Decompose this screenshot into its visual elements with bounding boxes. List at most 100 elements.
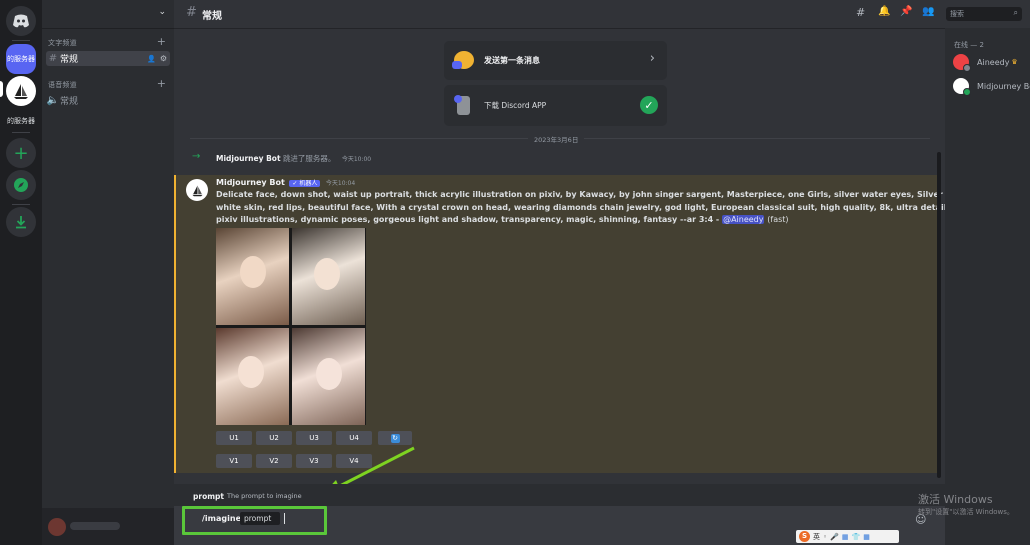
category-voice-channels[interactable]: 语音频道 xyxy=(48,80,77,90)
bot-author[interactable]: Midjourney Bot xyxy=(216,178,285,187)
activation-watermark-title: 激活 Windows xyxy=(918,493,993,506)
command-hint-bar: prompt The prompt to imagine xyxy=(174,484,945,506)
discord-home-icon[interactable] xyxy=(6,6,36,36)
avatar xyxy=(48,518,66,536)
hint-option-name: prompt xyxy=(193,492,224,501)
generated-image-1 xyxy=(216,228,289,325)
channel-sidebar: ⌄ 文字频道 + # 常规 👤 ⚙ 语音频道 + 🔈 常规 xyxy=(42,0,174,545)
speaker-icon: 🔈 xyxy=(46,95,60,106)
text-cursor xyxy=(284,513,285,524)
avatar[interactable] xyxy=(186,179,208,201)
generated-image-4 xyxy=(292,328,365,425)
variation-button-1[interactable]: V1 xyxy=(216,454,252,468)
bell-icon[interactable]: 🔔 xyxy=(878,6,890,17)
server-label: 的服务器 xyxy=(7,55,35,63)
rail-divider xyxy=(12,40,30,41)
check-glyph: ✓ xyxy=(644,98,654,112)
variation-button-2[interactable]: V2 xyxy=(256,454,292,468)
prompt-line: Delicate face, down shot, waist up portr… xyxy=(216,190,988,199)
invite-icon[interactable]: 👤 xyxy=(147,55,156,63)
prompt-line-text: pixiv illustrations, dynamic poses, gorg… xyxy=(216,215,720,225)
generated-image-grid[interactable] xyxy=(216,228,366,425)
bot-message-header: Midjourney Bot ✓ 机器人 今天10:04 xyxy=(216,178,355,187)
rail-divider xyxy=(12,204,30,205)
emoji-icon xyxy=(452,61,462,69)
composer-command: /imagine xyxy=(202,514,241,523)
join-author[interactable]: Midjourney Bot xyxy=(216,154,281,163)
join-arrow-icon: → xyxy=(192,151,201,162)
server-pill xyxy=(0,81,3,97)
sailboat-icon xyxy=(14,84,28,99)
bot-time: 今天10:04 xyxy=(325,180,356,187)
add-server-icon[interactable]: + xyxy=(6,138,36,168)
member-item-midjourney-bot[interactable]: Midjourney Bot xyxy=(953,76,1030,96)
gear-icon[interactable]: ⚙ xyxy=(160,54,167,63)
composer-option-label: prompt xyxy=(244,514,272,523)
mention[interactable]: @Aineedy xyxy=(722,215,765,225)
hash-icon: # xyxy=(48,53,58,64)
generated-image-3 xyxy=(216,328,289,425)
bot-prompt-text: Delicate face, down shot, waist up portr… xyxy=(216,189,1008,227)
punctuation-icon: ◦ xyxy=(823,532,828,541)
category-text-channels[interactable]: 文字频道 xyxy=(48,38,77,48)
chevron-down-icon[interactable]: ⌄ xyxy=(158,7,166,17)
rail-divider xyxy=(12,132,30,133)
welcome-card-send[interactable]: 发送第一条消息 › xyxy=(444,41,667,80)
face-shape xyxy=(316,358,342,390)
ime-lang-label: 英 xyxy=(813,532,820,541)
channel-header: # 常规 # 🔔 📌 👥 搜索 ⌕ xyxy=(174,0,1030,29)
date-divider-label: 2023年3月6日 xyxy=(528,134,585,144)
generated-image-2 xyxy=(292,228,365,325)
phone-badge xyxy=(454,95,462,103)
pin-icon[interactable]: 📌 xyxy=(900,6,912,17)
members-icon[interactable]: 👥 xyxy=(922,6,934,17)
status-dot xyxy=(963,64,971,72)
face-shape xyxy=(314,258,340,290)
channel-label: 常规 xyxy=(60,97,79,107)
welcome-card-download[interactable]: 下载 Discord APP ✓ xyxy=(444,85,667,126)
server-icon-2[interactable] xyxy=(6,76,36,106)
server-rail: 的服务器 的服务器 + xyxy=(0,0,42,545)
member-name: Aineedy xyxy=(977,57,1010,67)
scrollbar[interactable] xyxy=(937,152,941,478)
server-header[interactable]: ⌄ xyxy=(42,0,174,29)
channel-general-voice[interactable]: 🔈 常规 xyxy=(46,93,170,108)
prompt-line: pixiv illustrations, dynamic poses, gorg… xyxy=(216,214,916,227)
member-list: 在线 — 2 Aineedy ♛ Midjourney Bot xyxy=(945,28,1030,545)
sailboat-icon xyxy=(191,184,203,196)
face-shape xyxy=(238,356,264,388)
channel-general-text[interactable]: # 常规 👤 ⚙ xyxy=(46,51,170,66)
status-dot xyxy=(963,88,971,96)
member-item-aineedy[interactable]: Aineedy ♛ xyxy=(953,52,1018,72)
upscale-button-1[interactable]: U1 xyxy=(216,431,252,445)
microphone-icon: 🎤 xyxy=(830,532,839,541)
server-label-below: 的服务器 xyxy=(7,117,35,125)
member-name: Midjourney Bot xyxy=(977,81,1030,91)
upscale-button-2[interactable]: U2 xyxy=(256,431,292,445)
search-placeholder: 搜索 xyxy=(950,10,964,18)
add-channel-icon[interactable]: + xyxy=(157,36,166,47)
search-input[interactable]: 搜索 ⌕ xyxy=(946,7,1022,21)
channel-title: 常规 xyxy=(202,11,222,22)
hint-option-description: The prompt to imagine xyxy=(227,492,302,500)
activation-watermark-subtitle: 转到"设置"以激活 Windows。 xyxy=(918,508,1014,516)
composer-option-chip[interactable]: prompt xyxy=(240,512,280,525)
join-time: 今天10:00 xyxy=(341,156,372,163)
user-panel xyxy=(42,508,174,545)
threads-icon[interactable]: # xyxy=(856,6,865,19)
member-group-header: 在线 — 2 xyxy=(954,41,984,49)
chevron-right-icon: › xyxy=(649,51,655,66)
speed-label: (fast) xyxy=(767,215,789,225)
download-icon[interactable] xyxy=(6,207,36,237)
sogou-logo-icon: S xyxy=(799,531,810,542)
explore-icon[interactable] xyxy=(6,170,36,200)
welcome-card-label: 发送第一条消息 xyxy=(484,56,540,65)
add-channel-icon[interactable]: + xyxy=(157,78,166,89)
join-message: Midjourney Bot 跳进了服务器。 今天10:00 xyxy=(216,153,371,164)
server-icon-1[interactable]: 的服务器 xyxy=(6,44,36,74)
avatar xyxy=(953,54,971,72)
user-panel-blur xyxy=(70,522,120,530)
prompt-line: white skin, red lips, beautiful face, Wi… xyxy=(216,202,1008,212)
ime-toolbar[interactable]: S 英 ◦ 🎤 ▦ 👕 ▦ xyxy=(796,530,899,543)
hash-icon: # xyxy=(186,5,197,20)
